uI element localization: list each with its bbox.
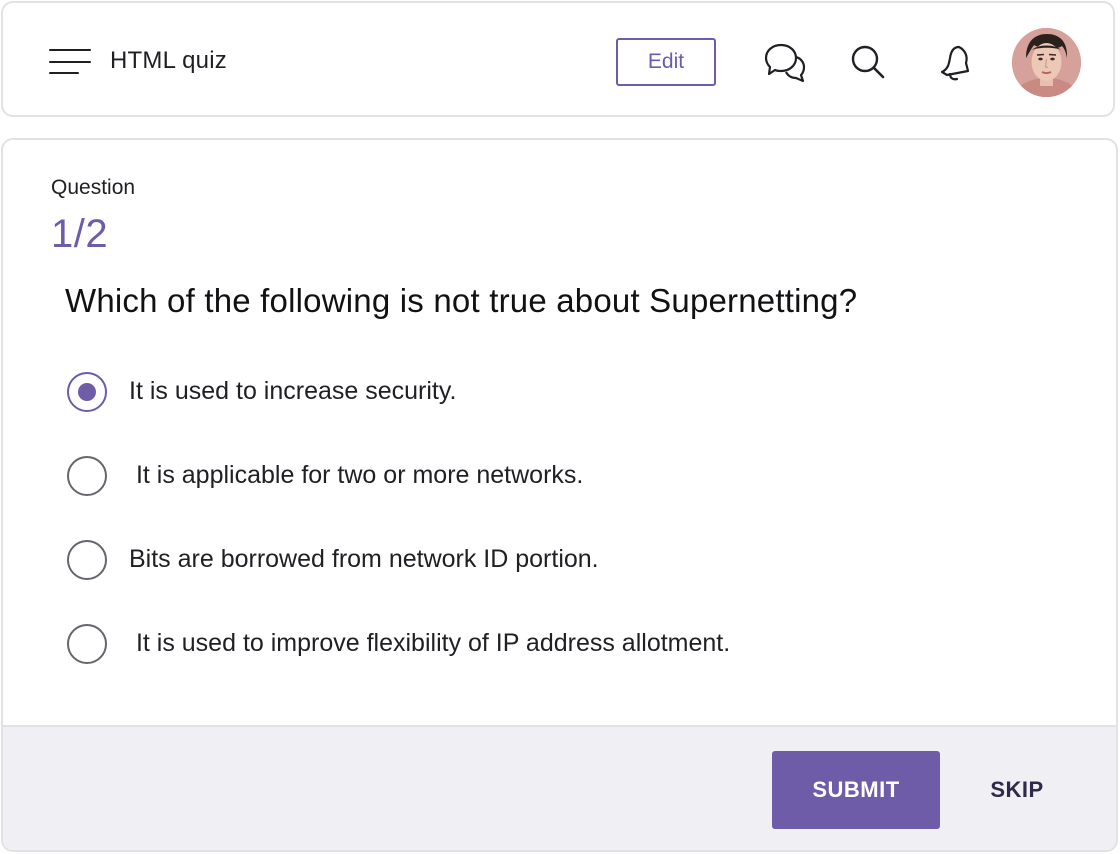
- answer-option[interactable]: It is used to increase security.: [65, 370, 965, 414]
- answer-option[interactable]: Bits are borrowed from network ID portio…: [65, 538, 965, 582]
- chat-icon[interactable]: [761, 39, 807, 85]
- skip-button[interactable]: SKIP: [973, 751, 1061, 829]
- answer-option-label: It is used to increase security.: [129, 377, 457, 405]
- answer-option[interactable]: It is applicable for two or more network…: [65, 454, 965, 498]
- question-card: Question 1/2 Which of the following is n…: [1, 138, 1118, 852]
- question-label: Question: [51, 176, 136, 199]
- question-text: Which of the following is not true about…: [65, 282, 858, 319]
- action-footer: SUBMIT SKIP: [3, 725, 1116, 850]
- search-icon[interactable]: [845, 39, 891, 85]
- app-header: HTML quiz Edit: [1, 1, 1115, 117]
- radio-button[interactable]: [67, 540, 107, 580]
- avatar-image: [1012, 28, 1081, 97]
- avatar[interactable]: [1012, 28, 1081, 97]
- question-counter: 1/2: [51, 212, 109, 256]
- app-title: HTML quiz: [110, 47, 227, 74]
- radio-button[interactable]: [67, 624, 107, 664]
- radio-button[interactable]: [67, 456, 107, 496]
- answer-option[interactable]: It is used to improve flexibility of IP …: [65, 622, 965, 666]
- answer-option-label: It is used to improve flexibility of IP …: [129, 629, 731, 657]
- answer-option-label: It is applicable for two or more network…: [129, 461, 584, 489]
- bell-icon[interactable]: [933, 39, 979, 85]
- answer-option-label: Bits are borrowed from network ID portio…: [129, 545, 599, 573]
- edit-button[interactable]: Edit: [616, 38, 716, 86]
- radio-button-selected[interactable]: [67, 372, 107, 412]
- menu-icon[interactable]: [49, 49, 91, 77]
- submit-button[interactable]: SUBMIT: [772, 751, 940, 829]
